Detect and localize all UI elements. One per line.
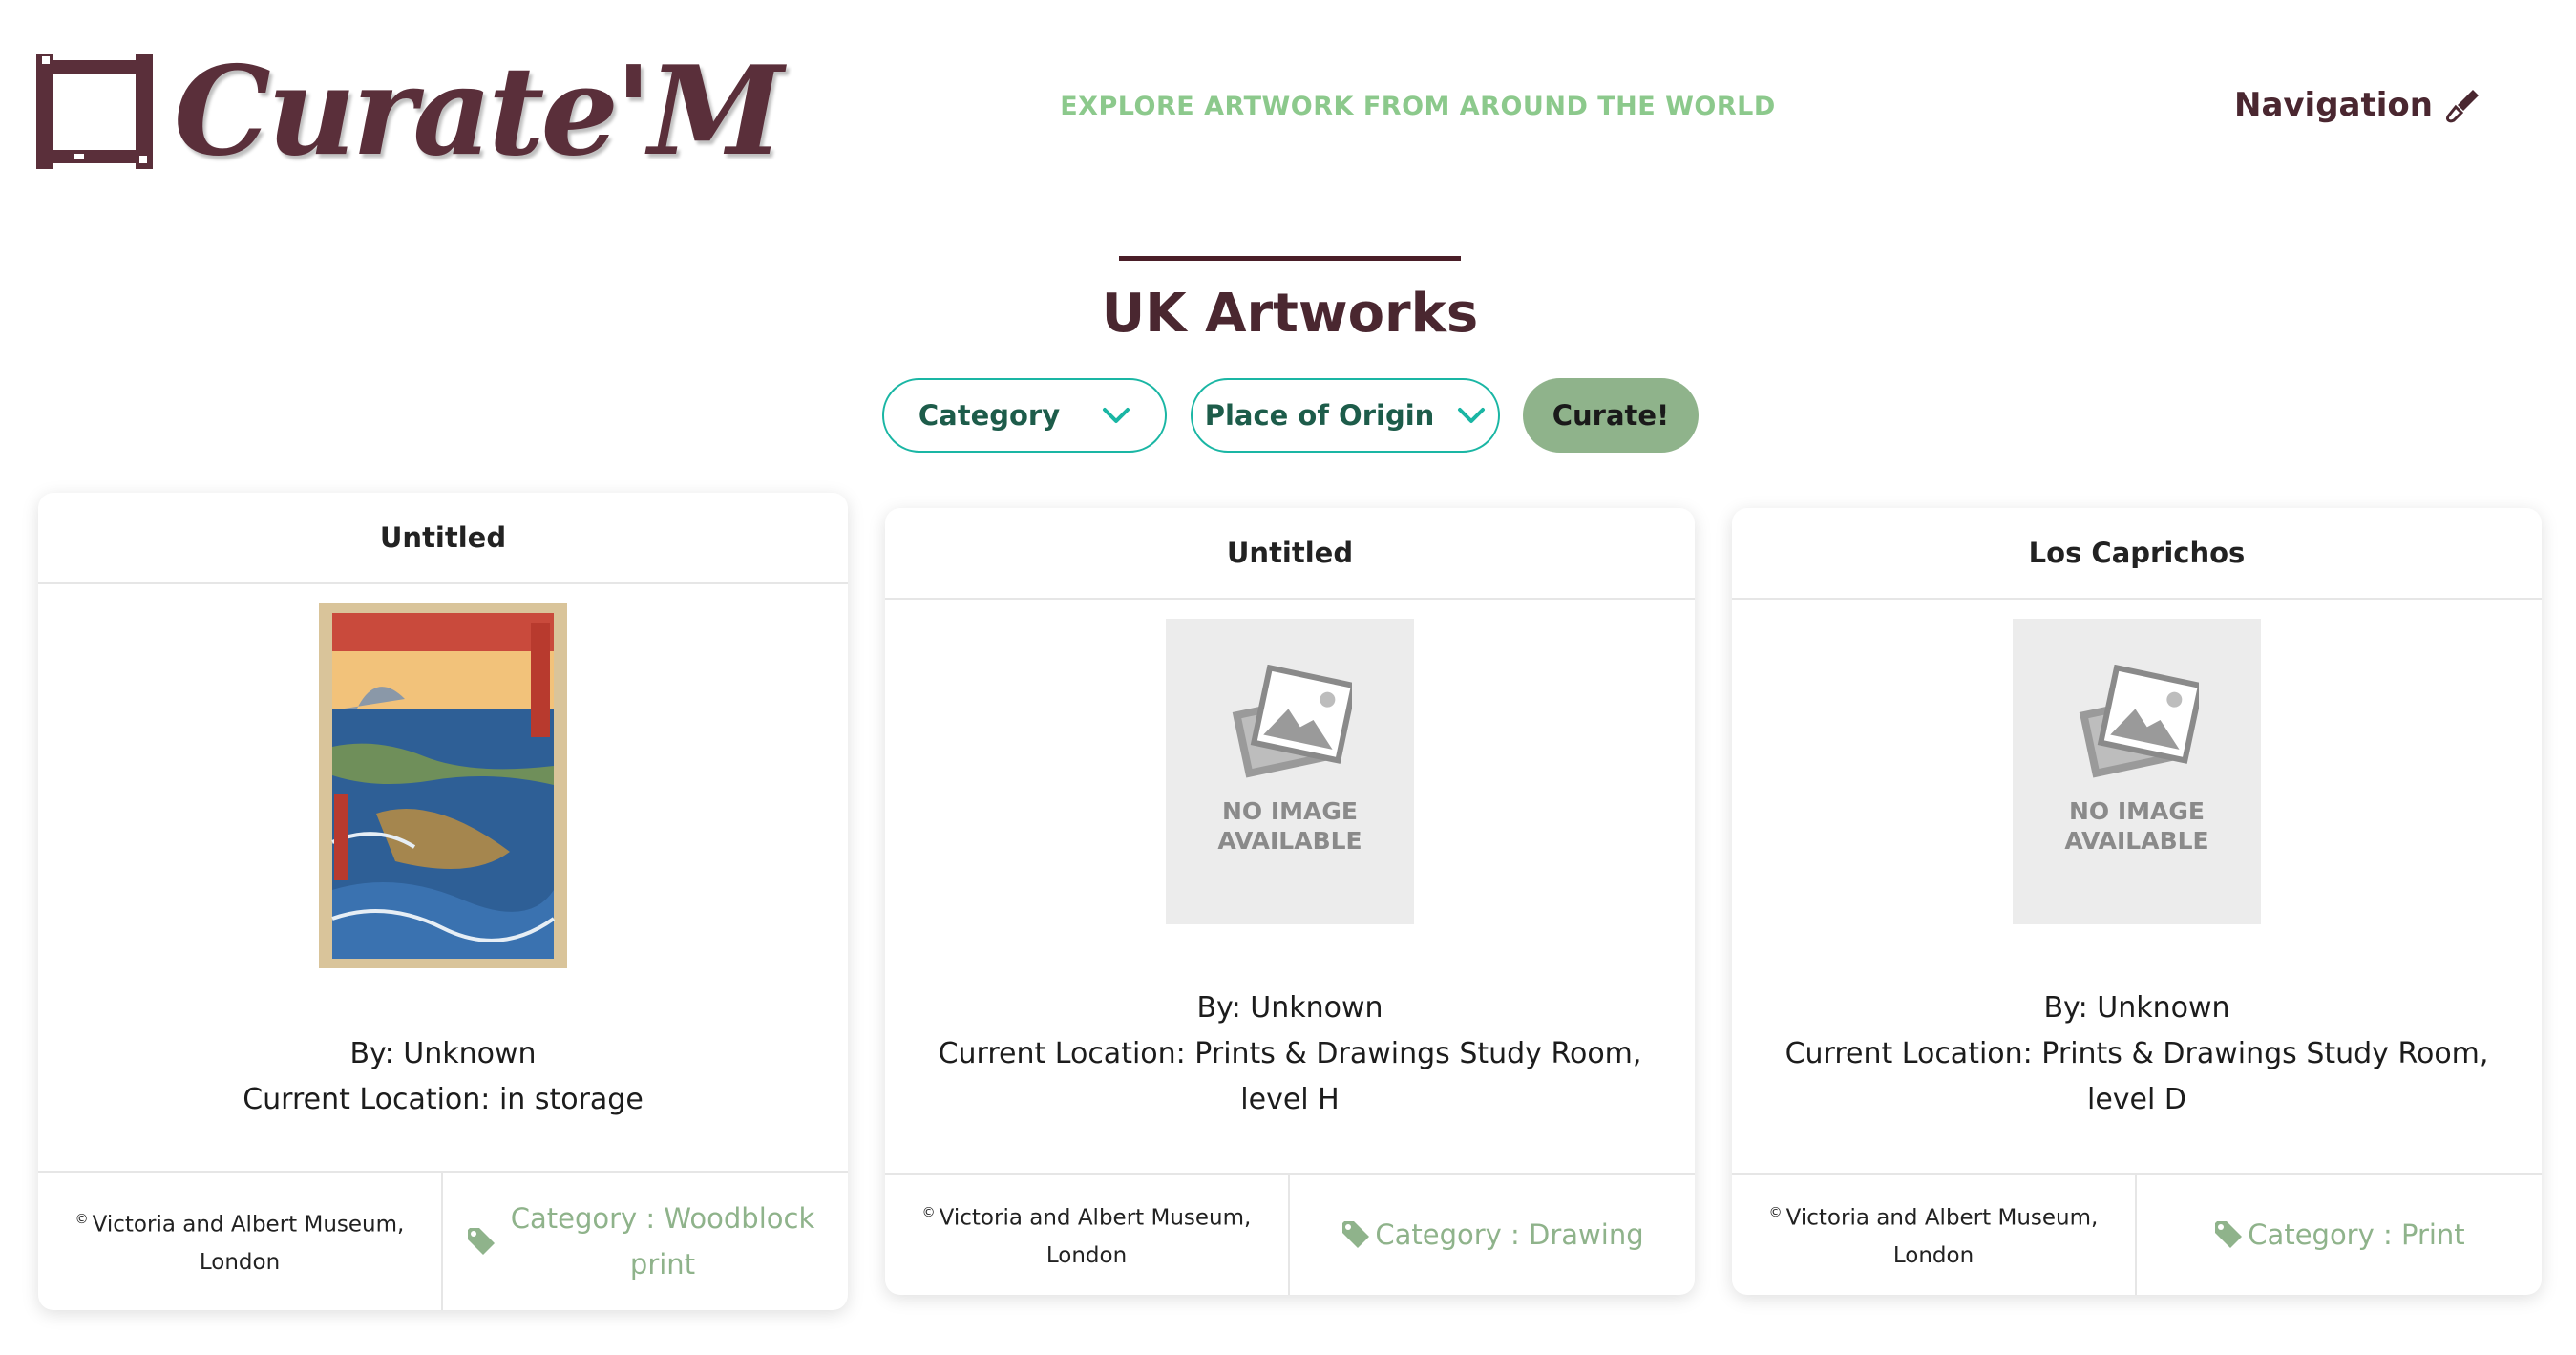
artwork-card[interactable]: Untitled By: Unknown Current Location: i… xyxy=(38,493,848,1310)
filter-controls: Category Place of Origin Curate! xyxy=(0,378,2576,455)
curate-button[interactable]: Curate! xyxy=(1523,378,1699,453)
logo[interactable]: Curate'M xyxy=(36,40,784,183)
credit-text: Victoria and Albert Museum, London xyxy=(92,1212,405,1275)
category-dropdown-label: Category xyxy=(918,399,1061,432)
chevron-down-icon xyxy=(1103,408,1130,423)
tag-icon xyxy=(1342,1221,1370,1248)
chevron-down-icon xyxy=(1458,408,1486,423)
artwork-card[interactable]: Los Caprichos NO IMAGE AVAILABLE By: Unk… xyxy=(1732,508,2542,1295)
artwork-title: Untitled xyxy=(885,508,1695,600)
copyright-icon: © xyxy=(1768,1205,1783,1221)
frame-logo-icon xyxy=(36,54,153,169)
artwork-credit: © Victoria and Albert Museum, London xyxy=(1732,1175,2137,1295)
artwork-location: Current Location: in storage xyxy=(243,1083,644,1116)
artwork-image[interactable] xyxy=(319,603,567,968)
category-text: Category : Print xyxy=(2248,1218,2465,1251)
copyright-icon: © xyxy=(921,1205,936,1221)
artwork-footer: © Victoria and Albert Museum, London Cate… xyxy=(38,1171,848,1310)
title-divider xyxy=(1119,256,1461,261)
artwork-location: Current Location: Prints & Drawings Stud… xyxy=(938,1037,1642,1116)
paintbrush-icon xyxy=(2445,90,2479,123)
artwork-title: Los Caprichos xyxy=(1732,508,2542,600)
artwork-category: Category : Woodblock print xyxy=(443,1173,848,1310)
artwork-credit: © Victoria and Albert Museum, London xyxy=(885,1175,1290,1295)
site-tagline: EXPLORE ARTWORK FROM AROUND THE WORLD xyxy=(1060,92,1776,121)
artwork-details: By: Unknown Current Location: Prints & D… xyxy=(923,985,1657,1123)
logo-text: Curate'M xyxy=(174,40,784,183)
navigation-label: Navigation xyxy=(2234,86,2433,124)
artwork-details: By: Unknown Current Location: Prints & D… xyxy=(1770,985,2503,1123)
artwork-card[interactable]: Untitled NO IMAGE AVAILABLE By: Unknown … xyxy=(885,508,1695,1295)
tag-icon xyxy=(2215,1221,2243,1248)
artwork-category: Category : Print xyxy=(2137,1175,2542,1295)
artwork-location: Current Location: Prints & Drawings Stud… xyxy=(1784,1037,2489,1116)
picture-icon xyxy=(1232,665,1352,778)
artwork-artist: By: Unknown xyxy=(2043,991,2230,1025)
tag-icon xyxy=(468,1228,495,1255)
credit-text: Victoria and Albert Museum, London xyxy=(1785,1205,2099,1268)
no-image-text: NO IMAGE AVAILABLE xyxy=(2064,797,2209,855)
artwork-artist: By: Unknown xyxy=(1196,991,1383,1025)
copyright-icon: © xyxy=(74,1212,89,1228)
artwork-details: By: Unknown Current Location: in storage xyxy=(76,1031,810,1123)
artwork-artist: By: Unknown xyxy=(349,1037,537,1070)
page-title: UK Artworks xyxy=(1101,283,1479,345)
origin-dropdown-label: Place of Origin xyxy=(1204,399,1435,432)
artwork-title: Untitled xyxy=(38,493,848,584)
no-image-placeholder: NO IMAGE AVAILABLE xyxy=(2013,619,2261,924)
no-image-text: NO IMAGE AVAILABLE xyxy=(1217,797,1362,855)
category-text: Category : Woodblock print xyxy=(510,1202,815,1281)
site-header: Curate'M EXPLORE ARTWORK FROM AROUND THE… xyxy=(0,0,2576,191)
picture-icon xyxy=(2079,665,2199,778)
category-text: Category : Drawing xyxy=(1375,1218,1644,1251)
credit-text: Victoria and Albert Museum, London xyxy=(939,1205,1252,1268)
artwork-category: Category : Drawing xyxy=(1290,1175,1695,1295)
category-dropdown[interactable]: Category xyxy=(882,378,1167,453)
artwork-footer: © Victoria and Albert Museum, London Cate… xyxy=(1732,1173,2542,1295)
artwork-credit: © Victoria and Albert Museum, London xyxy=(38,1173,443,1310)
no-image-placeholder: NO IMAGE AVAILABLE xyxy=(1166,619,1414,924)
navigation-menu[interactable]: Navigation xyxy=(2234,86,2482,124)
place-of-origin-dropdown[interactable]: Place of Origin xyxy=(1191,378,1500,453)
artwork-footer: © Victoria and Albert Museum, London Cate… xyxy=(885,1173,1695,1295)
